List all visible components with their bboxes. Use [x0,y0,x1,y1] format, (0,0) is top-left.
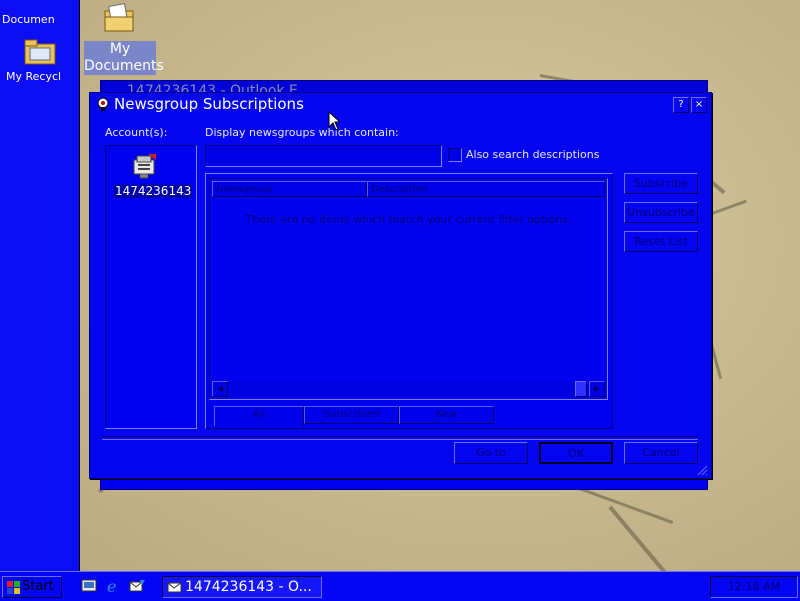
scroll-right-arrow-icon[interactable]: ▶ [589,381,605,397]
my-documents-label: My Documents [84,41,164,75]
news-server-icon [133,154,156,179]
dialog-separator [102,436,698,440]
unsubscribe-button[interactable]: Unsubscribe [624,202,698,223]
accounts-list[interactable]: 1474236143 [105,145,197,429]
reset-list-button[interactable]: Reset List [624,231,698,252]
tab-new[interactable]: New [399,406,494,424]
tab-subscribed[interactable]: Subscribed [304,406,399,424]
show-desktop-icon[interactable] [80,577,98,595]
my-documents-desktop-icon[interactable]: My Documents [84,3,164,75]
dialog-titlebar[interactable]: Newsgroup Subscriptions ? × [90,93,711,115]
empty-list-message: There are no items which match your curr… [245,213,572,226]
filter-input[interactable] [205,145,442,167]
newsgroup-icon [97,97,109,111]
desktop-icon-documents-label[interactable]: Documen [2,13,55,26]
close-button[interactable]: × [691,97,707,113]
taskbar-item-label: 1474236143 - O... [185,579,312,595]
outlook-small-icon [167,582,182,593]
newsgroup-list[interactable]: Newsgroup Description There are no items… [209,178,608,400]
internet-explorer-icon[interactable]: e [104,577,122,595]
my-documents-folder-icon [104,3,134,32]
windows-logo-icon [7,581,20,594]
go-to-button[interactable]: Go to [454,442,528,464]
mouse-pointer-icon [328,111,340,131]
filter-label: Display newsgroups which contain: [205,126,399,139]
account-item[interactable]: 1474236143 [114,184,193,198]
start-button[interactable]: Start [2,576,62,598]
taskbar-item-outlook[interactable]: 1474236143 - O... [162,576,322,598]
help-button[interactable]: ? [673,97,689,113]
also-search-descriptions-checkbox[interactable] [448,148,462,162]
subscribe-button[interactable]: Subscribe [624,173,698,194]
resize-grip-icon[interactable] [696,464,708,476]
taskbar: Start e 1474236143 - O... 12:18 AM [0,571,800,601]
newsgroup-subscriptions-dialog: Newsgroup Subscriptions ? × Account(s): … [89,92,712,479]
accounts-label: Account(s): [105,126,168,139]
folder-icon[interactable] [24,38,56,66]
horizontal-scrollbar[interactable]: ◀ ▶ [212,381,605,397]
scroll-thumb[interactable] [575,381,587,397]
system-tray: 12:18 AM [710,576,798,598]
column-header-newsgroup[interactable]: Newsgroup [212,181,367,197]
svg-text:e: e [107,577,116,595]
desktop-icon-recycle-label[interactable]: My Recycl [6,70,61,83]
also-search-descriptions-label[interactable]: Also search descriptions [466,148,599,161]
column-header-description[interactable]: Description [367,181,605,197]
dialog-title: Newsgroup Subscriptions [114,95,304,113]
scroll-left-arrow-icon[interactable]: ◀ [212,381,228,397]
clock[interactable]: 12:18 AM [728,580,780,593]
cancel-button[interactable]: Cancel [624,442,698,464]
ok-button[interactable]: OK [539,442,613,464]
tab-all[interactable]: All [214,406,304,426]
outlook-express-icon[interactable] [128,577,146,595]
start-label: Start [22,579,54,594]
left-desktop-panel: Documen My Recycl [0,0,80,571]
